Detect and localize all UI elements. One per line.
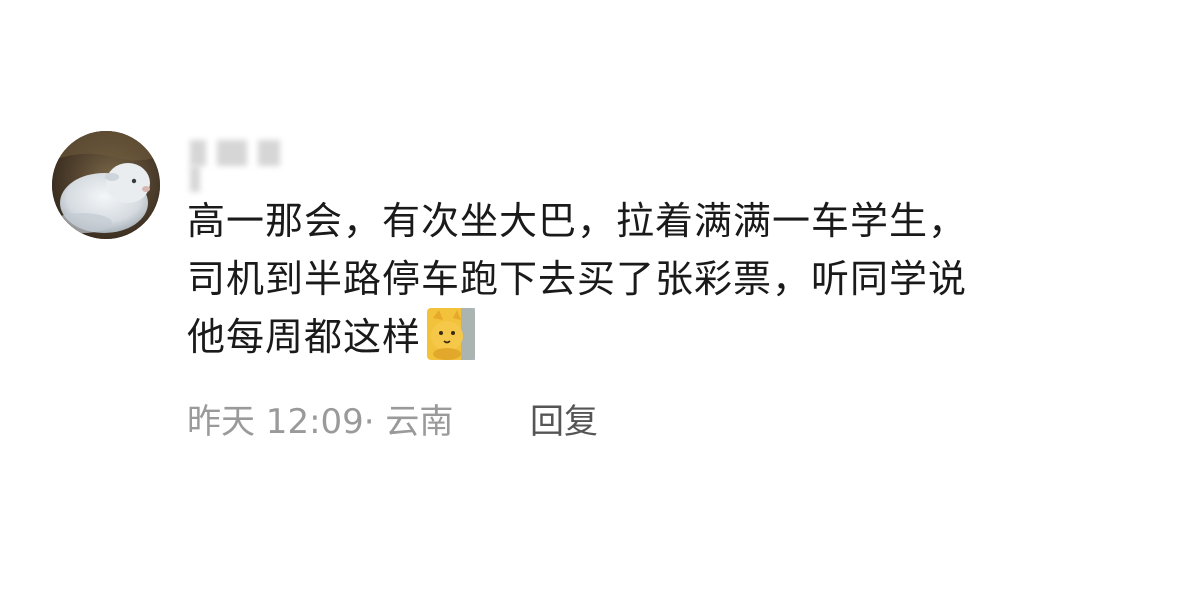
comment-meta: 昨天 12:09· 云南 xyxy=(187,398,453,446)
comment-line-last: 他每周都这样 xyxy=(187,308,1147,366)
comment-text: 高一那会，有次坐大巴，拉着满满一车学生， 司机到半路停车跑下去买了张彩票，听同学… xyxy=(187,192,1147,366)
timestamp: 昨天 12:09 xyxy=(187,402,364,442)
location: 云南 xyxy=(385,402,454,442)
redaction-block xyxy=(190,166,200,192)
redaction-block xyxy=(217,140,248,166)
comment-line: 司机到半路停车跑下去买了张彩票，听同学说 xyxy=(187,257,968,301)
meta-separator: · xyxy=(363,402,375,442)
comment-line-text: 他每周都这样 xyxy=(187,315,422,359)
redaction-block xyxy=(190,140,206,166)
comment-item: 高一那会，有次坐大巴，拉着满满一车学生， 司机到半路停车跑下去买了张彩票，听同学… xyxy=(0,0,1200,600)
reply-button[interactable]: 回复 xyxy=(530,398,598,446)
username-redacted[interactable] xyxy=(190,140,300,192)
cat-emoji-icon xyxy=(427,308,476,360)
comment-line: 高一那会，有次坐大巴，拉着满满一车学生， xyxy=(187,199,968,243)
avatar[interactable] xyxy=(52,131,160,239)
sheep-avatar-icon xyxy=(52,131,160,239)
redaction-block xyxy=(258,140,281,166)
